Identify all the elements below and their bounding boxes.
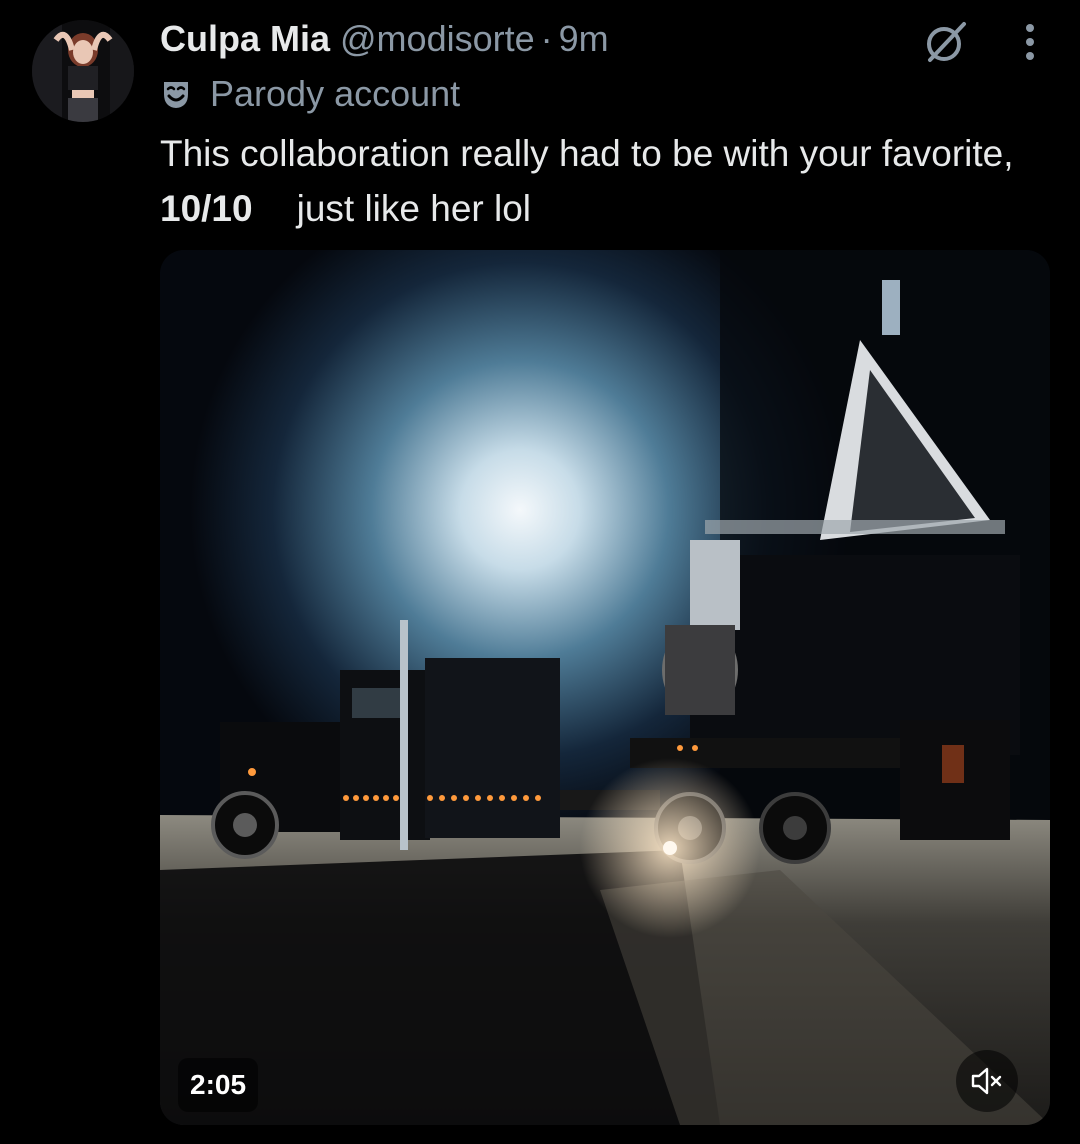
display-name[interactable]: Culpa Mia xyxy=(160,18,330,60)
parody-label-text: Parody account xyxy=(210,73,461,114)
parody-mask-icon xyxy=(164,82,188,108)
avatar[interactable] xyxy=(32,20,134,122)
timestamp[interactable]: 9m xyxy=(559,18,609,60)
separator-dot: · xyxy=(540,18,553,59)
video-frame xyxy=(160,250,1050,1125)
mute-toggle-button[interactable] xyxy=(956,1050,1018,1112)
tweet[interactable]: Culpa Mia @modisorte · 9m Parody account… xyxy=(0,0,1080,1144)
video-player[interactable] xyxy=(160,250,1050,1125)
post-text-rating: 10/10 xyxy=(160,188,253,229)
more-options-icon[interactable] xyxy=(1008,18,1052,66)
parody-account-label[interactable]: Parody account xyxy=(160,72,460,116)
speaker-muted-icon xyxy=(971,1067,1002,1095)
grok-icon[interactable] xyxy=(922,18,970,66)
post-text-end: just like her lol xyxy=(296,188,532,229)
post-text: This collaboration really had to be with… xyxy=(160,126,1040,236)
user-handle[interactable]: @modisorte xyxy=(340,18,535,60)
post-text-start: This collaboration really had to be with… xyxy=(160,133,1014,174)
video-duration: 2:05 xyxy=(178,1058,259,1112)
post-header: Culpa Mia @modisorte · 9m xyxy=(160,16,609,62)
